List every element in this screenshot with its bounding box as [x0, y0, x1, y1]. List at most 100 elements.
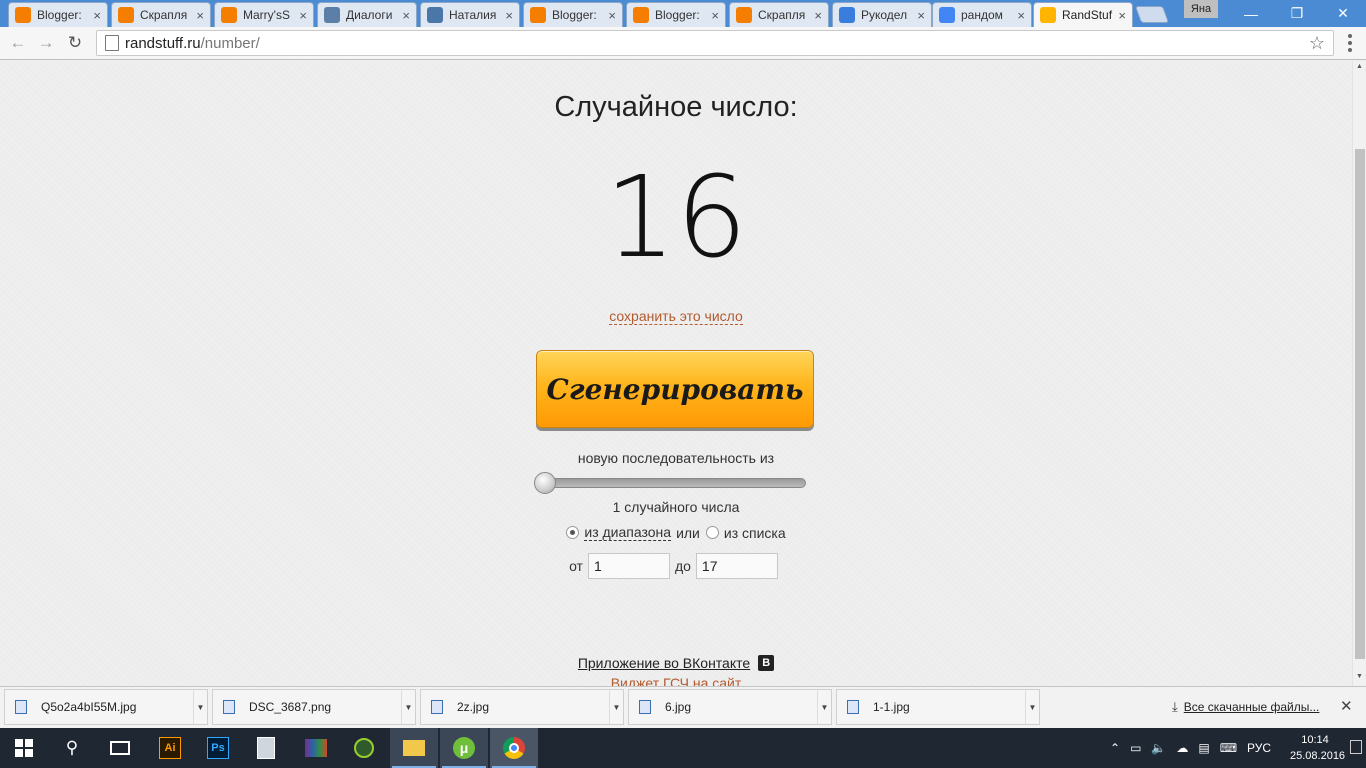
tab-close-icon[interactable]: ×: [814, 8, 822, 23]
back-icon[interactable]: ←: [6, 31, 30, 55]
browser-toolbar: ← → ↻ randstuff.ru/number/ ☆: [0, 27, 1366, 60]
download-file-name: 6.jpg: [665, 700, 692, 714]
count-slider-track[interactable]: [538, 478, 806, 488]
image-file-icon: [431, 700, 443, 714]
tab-close-icon[interactable]: ×: [402, 8, 410, 23]
network-icon[interactable]: ▤: [1198, 741, 1209, 755]
page-scrollbar[interactable]: ▲ ▼: [1352, 61, 1366, 686]
system-tray: ⌃ ▭ 🔈 ☁ ▤ ⌨ РУС: [1110, 728, 1271, 768]
power-icon[interactable]: ▭: [1130, 741, 1141, 755]
widget-link[interactable]: Виджет ГСЧ на сайт: [0, 675, 1352, 686]
download-options-icon[interactable]: ▼: [1025, 690, 1039, 724]
language-indicator[interactable]: РУС: [1247, 741, 1271, 755]
image-file-icon: [223, 700, 235, 714]
list-mode-label[interactable]: из списка: [724, 525, 786, 541]
download-item[interactable]: Q5o2a4bI55M.jpg ▼: [4, 689, 208, 725]
minimize-icon[interactable]: —: [1228, 0, 1274, 27]
browser-tab[interactable]: Рукодел ×: [832, 2, 932, 27]
new-tab-button[interactable]: [1134, 6, 1170, 23]
download-file-name: 2z.jpg: [457, 700, 490, 714]
file-explorer-app-icon[interactable]: [390, 728, 438, 768]
list-radio[interactable]: [705, 526, 719, 539]
download-options-icon[interactable]: ▼: [193, 690, 207, 724]
browser-tab[interactable]: Blogger: ×: [626, 2, 726, 27]
browser-tab[interactable]: Диалоги ×: [317, 2, 417, 27]
to-label: до: [674, 558, 691, 574]
generate-button[interactable]: Сгенерировать: [536, 350, 814, 428]
bookmark-star-icon[interactable]: ☆: [1309, 33, 1325, 54]
url-path: /number/: [200, 34, 260, 52]
tab-title: рандом: [961, 8, 1003, 22]
vk-app-link[interactable]: Приложение во ВКонтакте: [578, 655, 750, 671]
task-view-icon[interactable]: [96, 728, 144, 768]
utorrent-app-icon[interactable]: μ: [440, 728, 488, 768]
notifications-icon[interactable]: [1350, 740, 1362, 754]
downloads-shelf: Q5o2a4bI55M.jpg ▼ DSC_3687.png ▼ 2z.jpg ▼ 6.jp…: [0, 686, 1366, 728]
loading-icon: [839, 7, 855, 23]
download-options-icon[interactable]: ▼: [401, 690, 415, 724]
chrome-app-icon[interactable]: [490, 728, 538, 768]
tray-expand-icon[interactable]: ⌃: [1110, 741, 1120, 755]
browser-tab[interactable]: RandStuf ×: [1033, 2, 1133, 27]
tab-close-icon[interactable]: ×: [1017, 8, 1025, 23]
maximize-icon[interactable]: ❐: [1274, 0, 1320, 27]
tab-close-icon[interactable]: ×: [917, 8, 925, 23]
browser-tab[interactable]: Скрапля ×: [111, 2, 211, 27]
count-slider-handle[interactable]: [534, 472, 556, 494]
keyboard-icon[interactable]: ⌨: [1220, 741, 1237, 755]
calculator-app-icon[interactable]: [242, 728, 290, 768]
browser-tab[interactable]: Скрапля ×: [729, 2, 829, 27]
user-profile-button[interactable]: Яна: [1184, 0, 1218, 18]
image-file-icon: [847, 700, 859, 714]
clock[interactable]: 10:14 25.08.2016: [1290, 732, 1345, 764]
forward-icon[interactable]: →: [34, 31, 58, 55]
volume-muted-icon[interactable]: 🔈: [1151, 741, 1166, 755]
close-window-icon[interactable]: ✕: [1320, 0, 1366, 27]
download-item[interactable]: 6.jpg ▼: [628, 689, 832, 725]
address-bar[interactable]: randstuff.ru/number/ ☆: [96, 30, 1334, 56]
download-options-icon[interactable]: ▼: [609, 690, 623, 724]
range-mode-label[interactable]: из диапазона: [584, 524, 672, 541]
scrollbar-thumb[interactable]: [1355, 149, 1365, 659]
browser-tab[interactable]: Marry'sS ×: [214, 2, 314, 27]
reload-icon[interactable]: ↻: [63, 31, 87, 55]
show-all-downloads-link[interactable]: ⤓ Все скачанные файлы...: [1172, 699, 1319, 715]
close-shelf-icon[interactable]: ✕: [1340, 697, 1353, 715]
sync-icon[interactable]: ☁: [1176, 741, 1188, 755]
tab-close-icon[interactable]: ×: [93, 8, 101, 23]
browser-menu-icon[interactable]: [1340, 31, 1360, 55]
photoshop-app-icon[interactable]: Ps: [194, 728, 242, 768]
blogger-icon: [736, 7, 752, 23]
browser-tab[interactable]: рандом ×: [932, 2, 1032, 27]
blogger-icon: [118, 7, 134, 23]
search-icon[interactable]: ⚲: [48, 728, 96, 768]
to-input[interactable]: [695, 553, 778, 579]
range-radio[interactable]: [566, 526, 580, 539]
from-input[interactable]: [587, 553, 670, 579]
download-file-name: 1-1.jpg: [873, 700, 910, 714]
download-item[interactable]: 2z.jpg ▼: [420, 689, 624, 725]
chat-icon: [324, 7, 340, 23]
media-app-icon[interactable]: [340, 728, 388, 768]
scroll-down-icon[interactable]: ▼: [1356, 673, 1363, 680]
winrar-app-icon[interactable]: [292, 728, 340, 768]
download-item[interactable]: 1-1.jpg ▼: [836, 689, 1040, 725]
save-number-link[interactable]: сохранить это число: [609, 308, 743, 325]
tab-close-icon[interactable]: ×: [608, 8, 616, 23]
tab-close-icon[interactable]: ×: [1118, 8, 1126, 23]
start-button[interactable]: [0, 728, 48, 768]
browser-tab[interactable]: Blogger: ×: [523, 2, 623, 27]
tab-close-icon[interactable]: ×: [711, 8, 719, 23]
vk-icon[interactable]: В: [758, 655, 775, 671]
illustrator-app-icon[interactable]: Ai: [146, 728, 194, 768]
download-item[interactable]: DSC_3687.png ▼: [212, 689, 416, 725]
tab-title: RandStuf: [1062, 8, 1113, 22]
tab-close-icon[interactable]: ×: [196, 8, 204, 23]
browser-tab[interactable]: Наталия ×: [420, 2, 520, 27]
scroll-up-icon[interactable]: ▲: [1356, 63, 1363, 70]
tab-title: Blogger:: [552, 8, 597, 22]
tab-close-icon[interactable]: ×: [505, 8, 513, 23]
browser-tab[interactable]: Blogger: ×: [8, 2, 108, 27]
tab-close-icon[interactable]: ×: [299, 8, 307, 23]
download-options-icon[interactable]: ▼: [817, 690, 831, 724]
